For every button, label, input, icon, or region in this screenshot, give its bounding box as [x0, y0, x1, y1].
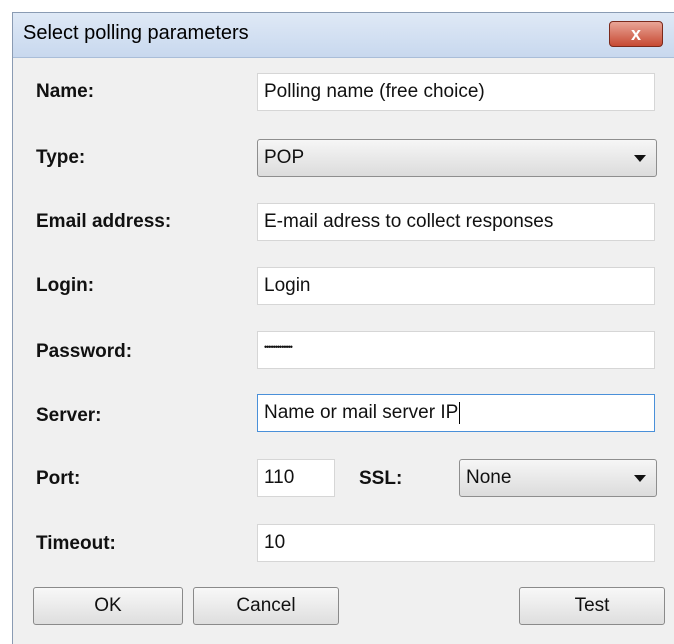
chevron-down-icon: [634, 475, 646, 482]
ssl-selected-value: None: [466, 467, 512, 488]
server-input[interactable]: Name or mail server IP: [257, 394, 655, 432]
port-label: Port:: [36, 468, 81, 489]
text-caret: [459, 401, 461, 424]
password-label: Password:: [36, 341, 133, 362]
name-input[interactable]: Polling name (free choice): [257, 73, 655, 111]
ssl-label: SSL:: [359, 468, 403, 489]
window-title: Select polling parameters: [23, 22, 249, 44]
name-label: Name:: [36, 81, 95, 102]
type-selected-value: POP: [264, 147, 305, 168]
password-input[interactable]: •••••••••••••: [257, 331, 655, 369]
type-select[interactable]: POP: [257, 139, 657, 177]
timeout-label: Timeout:: [36, 533, 116, 554]
test-button[interactable]: Test: [519, 587, 665, 625]
email-input[interactable]: E-mail adress to collect responses: [257, 203, 655, 241]
login-label: Login:: [36, 275, 95, 296]
server-label: Server:: [36, 405, 102, 426]
ok-button[interactable]: OK: [33, 587, 183, 625]
port-input[interactable]: 110: [257, 459, 335, 497]
server-input-value: Name or mail server IP: [264, 402, 459, 423]
timeout-input[interactable]: 10: [257, 524, 655, 562]
chevron-down-icon: [634, 155, 646, 162]
cancel-button[interactable]: Cancel: [193, 587, 339, 625]
polling-parameters-dialog: Select polling parameters x Name: Pollin…: [12, 12, 674, 644]
login-input[interactable]: Login: [257, 267, 655, 305]
type-label: Type:: [36, 147, 86, 168]
close-icon: x: [630, 24, 641, 44]
ssl-select[interactable]: None: [459, 459, 657, 497]
close-button[interactable]: x: [609, 21, 663, 47]
email-label: Email address:: [36, 211, 172, 232]
title-bar[interactable]: Select polling parameters x: [13, 13, 674, 58]
